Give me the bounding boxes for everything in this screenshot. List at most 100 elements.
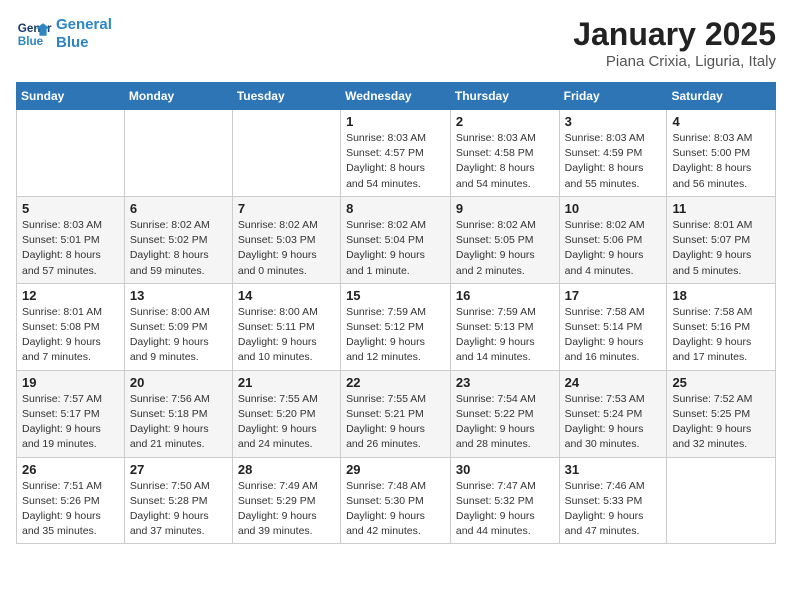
day-info: Sunrise: 8:03 AM Sunset: 4:58 PM Dayligh… <box>456 131 554 192</box>
day-number: 4 <box>672 114 770 129</box>
calendar-cell: 18 Sunrise: 7:58 AM Sunset: 5:16 PM Dayli… <box>667 283 776 370</box>
calendar-week-row: 12 Sunrise: 8:01 AM Sunset: 5:08 PM Dayli… <box>17 283 776 370</box>
day-info: Sunrise: 8:02 AM Sunset: 5:02 PM Dayligh… <box>130 218 227 279</box>
day-info: Sunrise: 8:00 AM Sunset: 5:11 PM Dayligh… <box>238 305 335 366</box>
calendar-cell: 19 Sunrise: 7:57 AM Sunset: 5:17 PM Dayli… <box>17 370 125 457</box>
day-info: Sunrise: 7:49 AM Sunset: 5:29 PM Dayligh… <box>238 479 335 540</box>
day-number: 10 <box>565 201 662 216</box>
day-number: 27 <box>130 462 227 477</box>
day-info: Sunrise: 7:59 AM Sunset: 5:12 PM Dayligh… <box>346 305 445 366</box>
day-info: Sunrise: 7:46 AM Sunset: 5:33 PM Dayligh… <box>565 479 662 540</box>
location-title: Piana Crixia, Liguria, Italy <box>573 53 776 70</box>
calendar-cell: 4 Sunrise: 8:03 AM Sunset: 5:00 PM Daylig… <box>667 110 776 197</box>
day-info: Sunrise: 8:03 AM Sunset: 4:57 PM Dayligh… <box>346 131 445 192</box>
calendar-week-row: 19 Sunrise: 7:57 AM Sunset: 5:17 PM Dayli… <box>17 370 776 457</box>
day-info: Sunrise: 8:02 AM Sunset: 5:05 PM Dayligh… <box>456 218 554 279</box>
day-number: 9 <box>456 201 554 216</box>
svg-text:Blue: Blue <box>18 35 44 48</box>
day-number: 11 <box>672 201 770 216</box>
day-info: Sunrise: 8:01 AM Sunset: 5:07 PM Dayligh… <box>672 218 770 279</box>
weekday-header: Monday <box>124 83 232 110</box>
day-info: Sunrise: 7:51 AM Sunset: 5:26 PM Dayligh… <box>22 479 119 540</box>
calendar-week-row: 5Sunrise: 8:03 AM Sunset: 5:01 PM Daylig… <box>17 196 776 283</box>
calendar-cell: 14Sunrise: 8:00 AM Sunset: 5:11 PM Dayli… <box>232 283 340 370</box>
day-info: Sunrise: 7:55 AM Sunset: 5:20 PM Dayligh… <box>238 392 335 453</box>
day-info: Sunrise: 8:02 AM Sunset: 5:06 PM Dayligh… <box>565 218 662 279</box>
day-number: 5 <box>22 201 119 216</box>
calendar-cell: 31Sunrise: 7:46 AM Sunset: 5:33 PM Dayli… <box>559 457 667 544</box>
calendar-cell <box>17 110 125 197</box>
day-number: 15 <box>346 288 445 303</box>
day-number: 1 <box>346 114 445 129</box>
weekday-header: Wednesday <box>341 83 451 110</box>
calendar-cell: 6 Sunrise: 8:02 AM Sunset: 5:02 PM Daylig… <box>124 196 232 283</box>
day-number: 30 <box>456 462 554 477</box>
day-number: 18 <box>672 288 770 303</box>
day-info: Sunrise: 7:47 AM Sunset: 5:32 PM Dayligh… <box>456 479 554 540</box>
day-info: Sunrise: 7:57 AM Sunset: 5:17 PM Dayligh… <box>22 392 119 453</box>
day-number: 25 <box>672 375 770 390</box>
calendar-cell: 8 Sunrise: 8:02 AM Sunset: 5:04 PM Daylig… <box>341 196 451 283</box>
day-number: 12 <box>22 288 119 303</box>
day-info: Sunrise: 8:02 AM Sunset: 5:04 PM Dayligh… <box>346 218 445 279</box>
weekday-header: Saturday <box>667 83 776 110</box>
calendar-cell: 2 Sunrise: 8:03 AM Sunset: 4:58 PM Daylig… <box>450 110 559 197</box>
day-number: 3 <box>565 114 662 129</box>
day-number: 2 <box>456 114 554 129</box>
day-number: 26 <box>22 462 119 477</box>
logo: General Blue General Blue <box>16 16 112 52</box>
calendar-cell <box>667 457 776 544</box>
day-number: 19 <box>22 375 119 390</box>
day-info: Sunrise: 7:53 AM Sunset: 5:24 PM Dayligh… <box>565 392 662 453</box>
day-number: 17 <box>565 288 662 303</box>
logo-text: General Blue <box>56 16 112 52</box>
calendar-cell: 23Sunrise: 7:54 AM Sunset: 5:22 PM Dayli… <box>450 370 559 457</box>
calendar-cell: 9 Sunrise: 8:02 AM Sunset: 5:05 PM Daylig… <box>450 196 559 283</box>
weekday-header: Tuesday <box>232 83 340 110</box>
day-number: 28 <box>238 462 335 477</box>
calendar-cell <box>124 110 232 197</box>
day-number: 29 <box>346 462 445 477</box>
day-number: 6 <box>130 201 227 216</box>
calendar-cell: 15 Sunrise: 7:59 AM Sunset: 5:12 PM Dayli… <box>341 283 451 370</box>
day-number: 20 <box>130 375 227 390</box>
calendar-cell <box>232 110 340 197</box>
day-number: 13 <box>130 288 227 303</box>
calendar-cell: 28 Sunrise: 7:49 AM Sunset: 5:29 PM Dayli… <box>232 457 340 544</box>
calendar-cell: 25Sunrise: 7:52 AM Sunset: 5:25 PM Dayli… <box>667 370 776 457</box>
logo-blue: Blue <box>56 34 89 51</box>
calendar-cell: 13 Sunrise: 8:00 AM Sunset: 5:09 PM Dayli… <box>124 283 232 370</box>
weekday-header-row: SundayMondayTuesdayWednesdayThursdayFrid… <box>17 83 776 110</box>
day-info: Sunrise: 7:59 AM Sunset: 5:13 PM Dayligh… <box>456 305 554 366</box>
calendar-cell: 20 Sunrise: 7:56 AM Sunset: 5:18 PM Dayli… <box>124 370 232 457</box>
calendar-cell: 27Sunrise: 7:50 AM Sunset: 5:28 PM Dayli… <box>124 457 232 544</box>
calendar-cell: 29Sunrise: 7:48 AM Sunset: 5:30 PM Dayli… <box>341 457 451 544</box>
day-info: Sunrise: 7:54 AM Sunset: 5:22 PM Dayligh… <box>456 392 554 453</box>
day-info: Sunrise: 7:55 AM Sunset: 5:21 PM Dayligh… <box>346 392 445 453</box>
logo-general: General <box>56 16 112 33</box>
calendar-week-row: 1 Sunrise: 8:03 AM Sunset: 4:57 PM Daylig… <box>17 110 776 197</box>
calendar-cell: 1 Sunrise: 8:03 AM Sunset: 4:57 PM Daylig… <box>341 110 451 197</box>
calendar-cell: 30 Sunrise: 7:47 AM Sunset: 5:32 PM Dayli… <box>450 457 559 544</box>
calendar-cell: 7Sunrise: 8:02 AM Sunset: 5:03 PM Daylig… <box>232 196 340 283</box>
day-number: 7 <box>238 201 335 216</box>
weekday-header: Sunday <box>17 83 125 110</box>
day-info: Sunrise: 7:58 AM Sunset: 5:14 PM Dayligh… <box>565 305 662 366</box>
day-number: 24 <box>565 375 662 390</box>
calendar-cell: 21 Sunrise: 7:55 AM Sunset: 5:20 PM Dayli… <box>232 370 340 457</box>
day-number: 16 <box>456 288 554 303</box>
day-number: 21 <box>238 375 335 390</box>
day-info: Sunrise: 8:03 AM Sunset: 5:00 PM Dayligh… <box>672 131 770 192</box>
day-number: 22 <box>346 375 445 390</box>
calendar-cell: 22 Sunrise: 7:55 AM Sunset: 5:21 PM Dayli… <box>341 370 451 457</box>
calendar-cell: 16 Sunrise: 7:59 AM Sunset: 5:13 PM Dayli… <box>450 283 559 370</box>
day-info: Sunrise: 7:58 AM Sunset: 5:16 PM Dayligh… <box>672 305 770 366</box>
day-info: Sunrise: 8:01 AM Sunset: 5:08 PM Dayligh… <box>22 305 119 366</box>
day-info: Sunrise: 8:00 AM Sunset: 5:09 PM Dayligh… <box>130 305 227 366</box>
page-header: General Blue General Blue January 2025 P… <box>16 16 776 70</box>
calendar-table: SundayMondayTuesdayWednesdayThursdayFrid… <box>16 82 776 544</box>
day-info: Sunrise: 7:56 AM Sunset: 5:18 PM Dayligh… <box>130 392 227 453</box>
day-number: 8 <box>346 201 445 216</box>
calendar-cell: 11 Sunrise: 8:01 AM Sunset: 5:07 PM Dayli… <box>667 196 776 283</box>
calendar-cell: 5Sunrise: 8:03 AM Sunset: 5:01 PM Daylig… <box>17 196 125 283</box>
